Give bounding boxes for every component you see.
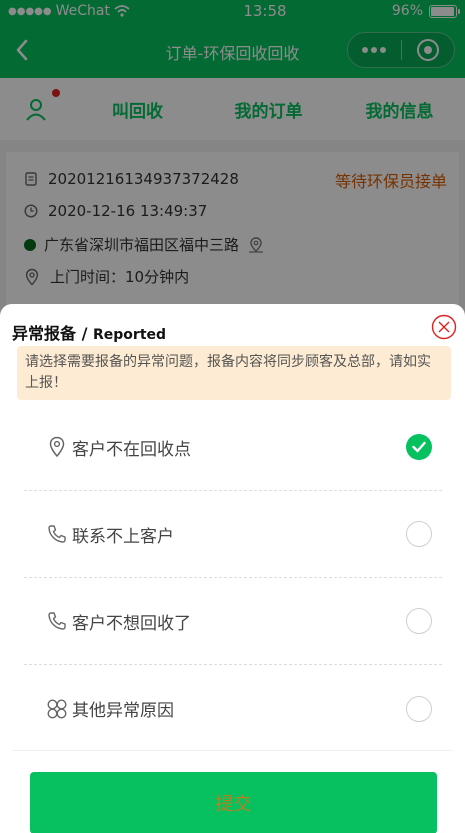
- radio-unchecked[interactable]: [406, 695, 432, 722]
- radio-checked[interactable]: [406, 434, 432, 460]
- option-label: 客户不在回收点: [72, 439, 191, 460]
- option-label: 联系不上客户: [72, 526, 174, 547]
- phone-icon: [44, 521, 70, 547]
- notice-banner: 请选择需要报备的异常问题，报备内容将同步顾客及总部，请如实上报！: [17, 346, 451, 400]
- option-cannot-contact[interactable]: 联系不上客户: [24, 491, 442, 578]
- check-icon: [412, 441, 426, 453]
- report-sheet: 异常报备 / Reported 请选择需要报备的异常问题，报备内容将同步顾客及总…: [0, 304, 465, 833]
- radio-unchecked[interactable]: [406, 521, 432, 547]
- option-other-reason[interactable]: 其他异常原因: [24, 665, 442, 752]
- sheet-divider: [12, 750, 453, 751]
- option-customer-absent[interactable]: 客户不在回收点: [24, 404, 442, 491]
- radio-unchecked[interactable]: [406, 608, 432, 634]
- clover-icon: [44, 696, 70, 722]
- submit-button[interactable]: 提交: [30, 772, 437, 833]
- phone-icon: [44, 608, 70, 634]
- close-icon[interactable]: [431, 314, 457, 340]
- sheet-title-en: Reported: [93, 327, 167, 343]
- option-label: 客户不想回收了: [72, 613, 191, 634]
- sheet-title-separator: /: [76, 324, 93, 343]
- option-label: 其他异常原因: [72, 701, 174, 721]
- option-customer-declined[interactable]: 客户不想回收了: [24, 578, 442, 665]
- sheet-title-cn: 异常报备: [12, 324, 77, 343]
- sheet-title: 异常报备 / Reported: [12, 320, 166, 344]
- location-icon: [44, 434, 70, 460]
